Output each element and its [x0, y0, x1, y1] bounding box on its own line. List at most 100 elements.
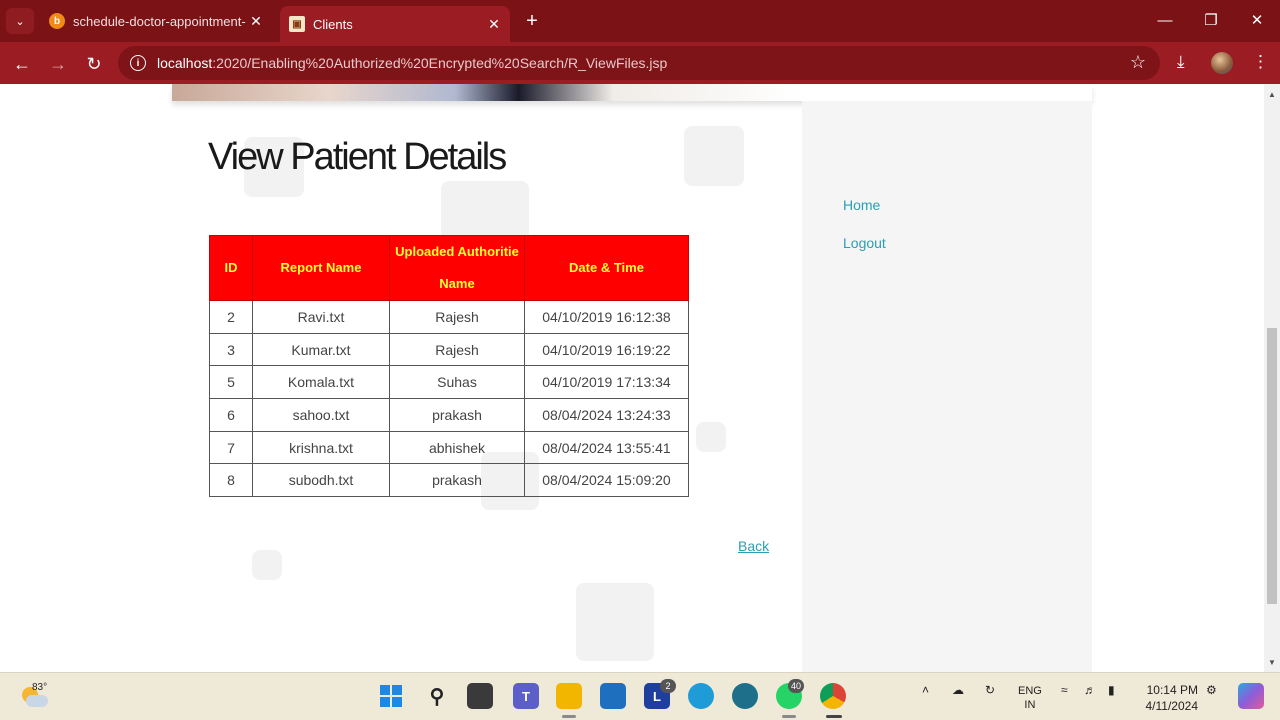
cell-id: 3 — [209, 332, 253, 367]
cell-datetime: 04/10/2019 16:12:38 — [524, 300, 689, 334]
table-header-row: ID Report Name Uploaded Authoritie Name … — [209, 235, 689, 301]
store-icon[interactable] — [600, 683, 626, 709]
patient-details-table: ID Report Name Uploaded Authoritie Name … — [209, 235, 689, 498]
cell-report-name: krishna.txt — [252, 430, 390, 465]
cell-report-name: Komala.txt — [252, 365, 390, 400]
page-favicon-icon: ▣ — [289, 16, 305, 32]
page-viewport: Home Logout View Patient Details ID Repo… — [0, 84, 1264, 672]
column-header-datetime: Date & Time — [524, 235, 689, 301]
back-arrow-icon[interactable]: ← — [9, 51, 35, 77]
language-indicator[interactable]: ENG IN — [1018, 684, 1042, 712]
onedrive-icon[interactable]: ☁ — [952, 683, 964, 697]
tab-clients[interactable]: ▣ Clients ✕ — [280, 6, 510, 42]
task-view-icon[interactable] — [467, 683, 493, 709]
teams-icon[interactable]: T — [513, 683, 539, 709]
notification-bell-icon[interactable]: ⚙ — [1206, 683, 1217, 697]
cell-id: 8 — [209, 463, 253, 498]
column-header-id: ID — [209, 235, 253, 301]
clock[interactable]: 10:14 PM 4/11/2024 — [1138, 682, 1199, 714]
scroll-thumb[interactable] — [1267, 328, 1277, 604]
sync-icon[interactable]: ↻ — [985, 683, 995, 697]
search-icon[interactable]: ⚲ — [424, 683, 450, 709]
restore-button[interactable]: ❐ — [1188, 8, 1234, 34]
page-scrollbar[interactable]: ▲ ▼ — [1264, 84, 1280, 672]
table-row: 7 krishna.txt abhishek 08/04/2024 13:55:… — [209, 430, 689, 465]
cell-uploaded-by: Suhas — [389, 365, 525, 400]
new-tab-button[interactable]: + — [520, 9, 544, 33]
close-icon[interactable]: ✕ — [246, 13, 266, 30]
cell-uploaded-by: Rajesh — [389, 300, 525, 334]
decorative-square — [684, 126, 744, 186]
back-link[interactable]: Back — [738, 538, 769, 554]
edge-icon[interactable] — [688, 683, 714, 709]
bookmark-star-icon[interactable]: ☆ — [1130, 52, 1146, 73]
cell-uploaded-by: abhishek — [389, 430, 525, 465]
copilot-icon[interactable] — [1238, 683, 1264, 709]
windows-taskbar: 83° ⚲ T L 2 40 ˄ ☁ ↻ ENG IN ≈ ♬ ▮ 10:14 … — [0, 672, 1280, 720]
active-indicator — [782, 715, 796, 718]
cell-id: 6 — [209, 398, 253, 432]
table-row: 2 Ravi.txt Rajesh 04/10/2019 16:12:38 — [209, 300, 689, 334]
column-header-uploaded-by: Uploaded Authoritie Name — [389, 235, 525, 301]
cell-uploaded-by: prakash — [389, 463, 525, 498]
minimize-button[interactable]: — — [1142, 8, 1188, 34]
profile-avatar[interactable] — [1211, 52, 1233, 74]
weather-temperature: 83° — [32, 682, 48, 693]
sidebar: Home Logout — [802, 101, 1092, 672]
site-info-icon[interactable]: i — [130, 55, 146, 71]
whatsapp-badge: 40 — [788, 679, 805, 693]
address-bar[interactable]: i localhost:2020/Enabling%20Authorized%2… — [118, 46, 1160, 80]
decorative-square — [252, 550, 282, 580]
cell-id: 2 — [209, 300, 253, 334]
window-close-button[interactable]: ✕ — [1234, 8, 1280, 34]
menu-icon[interactable]: ⋮ — [1252, 52, 1269, 72]
cell-id: 7 — [209, 430, 253, 465]
url-text[interactable]: localhost:2020/Enabling%20Authorized%20E… — [157, 55, 667, 71]
file-explorer-icon[interactable] — [556, 683, 582, 709]
tab-title: schedule-doctor-appointment- — [73, 13, 246, 29]
reload-icon[interactable]: ↻ — [81, 51, 107, 77]
table-row: 5 Komala.txt Suhas 04/10/2019 17:13:34 — [209, 365, 689, 400]
decorative-square — [576, 583, 654, 661]
l-app-badge: 2 — [660, 679, 676, 693]
tab-title: Clients — [313, 16, 353, 32]
page-title: View Patient Details — [208, 136, 507, 178]
browser-toolbar: ← → ↻ i localhost:2020/Enabling%20Author… — [0, 42, 1280, 84]
battery-icon[interactable]: ▮ — [1108, 683, 1115, 697]
cell-report-name: Ravi.txt — [252, 300, 390, 334]
tab-schedule[interactable]: b schedule-doctor-appointment- ✕ — [40, 6, 272, 36]
table-row: 3 Kumar.txt Rajesh 04/10/2019 16:19:22 — [209, 332, 689, 367]
wifi-icon[interactable]: ≈ — [1061, 683, 1068, 697]
column-header-report-name: Report Name — [252, 235, 390, 301]
sidebar-link-logout[interactable]: Logout — [843, 235, 886, 251]
cell-datetime: 04/10/2019 16:19:22 — [524, 332, 689, 367]
volume-icon[interactable]: ♬ — [1084, 683, 1096, 697]
cell-datetime: 04/10/2019 17:13:34 — [524, 365, 689, 400]
scroll-up-arrow-icon[interactable]: ▲ — [1267, 90, 1277, 99]
chrome-icon[interactable] — [820, 683, 846, 709]
cell-uploaded-by: prakash — [389, 398, 525, 432]
browser-titlebar: ⌄ b schedule-doctor-appointment- ✕ ▣ Cli… — [0, 0, 1280, 42]
active-indicator — [562, 715, 576, 718]
scroll-down-arrow-icon[interactable]: ▼ — [1267, 658, 1277, 667]
decorative-square — [441, 181, 529, 241]
brave-tab-icon: b — [49, 13, 65, 29]
active-indicator — [826, 715, 842, 718]
tab-search-button[interactable]: ⌄ — [6, 8, 34, 34]
download-icon[interactable]: ⤓ — [1177, 52, 1185, 72]
windows-start-icon[interactable] — [378, 683, 404, 709]
cell-report-name: sahoo.txt — [252, 398, 390, 432]
cell-id: 5 — [209, 365, 253, 400]
banner-image — [172, 84, 802, 101]
cell-datetime: 08/04/2024 15:09:20 — [524, 463, 689, 498]
sidebar-link-home[interactable]: Home — [843, 197, 880, 213]
cell-report-name: Kumar.txt — [252, 332, 390, 367]
cell-datetime: 08/04/2024 13:55:41 — [524, 430, 689, 465]
cortana-icon[interactable] — [732, 683, 758, 709]
decorative-square — [696, 422, 726, 452]
close-icon[interactable]: ✕ — [484, 16, 504, 33]
forward-arrow-icon[interactable]: → — [45, 51, 71, 77]
chevron-up-icon[interactable]: ˄ — [922, 683, 929, 697]
table-row: 8 subodh.txt prakash 08/04/2024 15:09:20 — [209, 463, 689, 498]
cell-datetime: 08/04/2024 13:24:33 — [524, 398, 689, 432]
